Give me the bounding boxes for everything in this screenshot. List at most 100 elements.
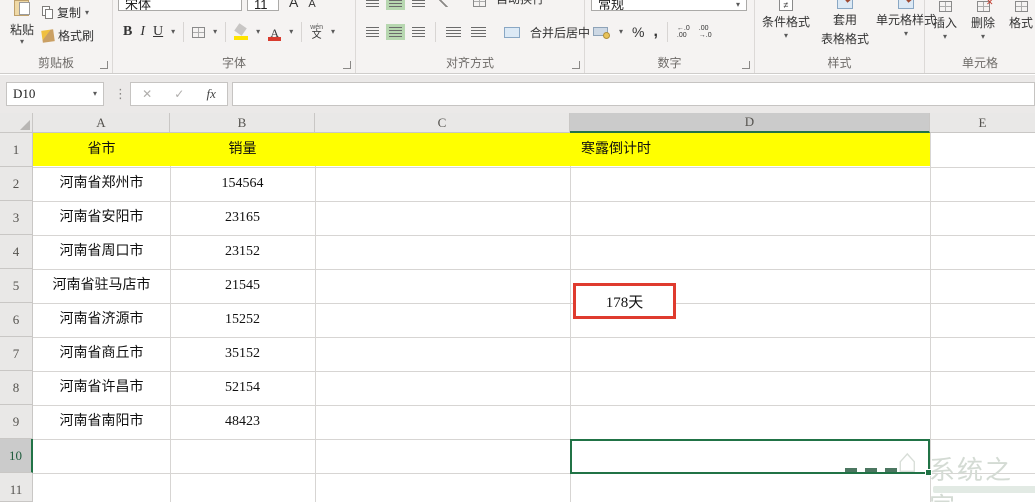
phonetic-guide-button[interactable]: wén 文 — [310, 24, 323, 41]
underline-dropdown-arrow[interactable]: ▾ — [171, 28, 175, 36]
align-right-icon[interactable] — [412, 27, 425, 37]
enter-icon[interactable]: ✓ — [174, 87, 184, 101]
font-color-button[interactable]: A — [268, 24, 282, 41]
row-header-5[interactable]: 5 — [0, 269, 33, 303]
insert-cells-button[interactable]: 插入 ▾ — [933, 0, 957, 41]
cell-d1[interactable]: 寒露倒计时 — [581, 133, 651, 167]
wrap-text-label[interactable]: 自动换行 — [496, 0, 544, 7]
phonetic-dropdown-arrow[interactable]: ▾ — [331, 28, 335, 36]
row-header-9[interactable]: 9 — [0, 405, 33, 439]
row-header-2[interactable]: 2 — [0, 167, 33, 201]
cell-b2[interactable]: 154564 — [170, 167, 315, 201]
row-header-6[interactable]: 6 — [0, 303, 33, 337]
borders-dropdown-arrow[interactable]: ▾ — [213, 28, 217, 36]
cell-a9[interactable]: 河南省南阳市 — [33, 405, 170, 439]
column-header-e[interactable]: E — [930, 113, 1035, 133]
font-group-label: 字体 — [221, 56, 246, 70]
row-header-4[interactable]: 4 — [0, 235, 33, 269]
insert-function-icon[interactable]: fx — [207, 86, 216, 102]
decrease-decimal-button[interactable]: .00 →.0 — [699, 25, 712, 39]
formula-input[interactable] — [232, 82, 1035, 106]
cell-b5[interactable]: 21545 — [170, 269, 315, 303]
cell-b7[interactable]: 35152 — [170, 337, 315, 371]
cell-b9[interactable]: 48423 — [170, 405, 315, 439]
cancel-icon[interactable]: ✕ — [142, 87, 152, 101]
cell-a1[interactable]: 省市 — [33, 133, 170, 167]
cell-b3[interactable]: 23165 — [170, 201, 315, 235]
accounting-dropdown-arrow[interactable]: ▾ — [619, 28, 623, 36]
column-header-a[interactable]: A — [33, 113, 170, 133]
italic-button[interactable]: I — [140, 24, 145, 40]
increase-decimal-button[interactable]: ←.0 .00 — [677, 25, 690, 39]
alignment-dialog-launcher[interactable] — [572, 61, 580, 69]
format-as-table-icon — [837, 0, 856, 9]
delete-cells-button[interactable]: ✕ 删除 ▾ — [971, 0, 995, 41]
cell-a8[interactable]: 河南省许昌市 — [33, 371, 170, 405]
delete-cells-label: 删除 — [971, 16, 996, 30]
row-header-1[interactable]: 1 — [0, 133, 33, 167]
format-painter-button[interactable]: 格式刷 — [41, 27, 94, 44]
row-header-10-selected[interactable]: 10 — [0, 439, 33, 473]
column-header-d-selected[interactable]: D — [570, 113, 930, 133]
formula-bar-resize-handle[interactable]: ⋮ — [114, 84, 127, 104]
cell-a5[interactable]: 河南省驻马店市 — [33, 269, 170, 303]
clipboard-dialog-launcher[interactable] — [100, 61, 108, 69]
orientation-icon[interactable] — [435, 0, 449, 7]
separator — [301, 22, 303, 42]
row-header-11[interactable]: 11 — [0, 473, 33, 502]
cell-a4[interactable]: 河南省周口市 — [33, 235, 170, 269]
cell-b8[interactable]: 52154 — [170, 371, 315, 405]
comma-style-button[interactable]: , — [653, 23, 657, 41]
align-top-icon[interactable] — [366, 0, 379, 7]
borders-icon[interactable] — [192, 26, 206, 38]
column-header-b[interactable]: B — [170, 113, 315, 133]
underline-button[interactable]: U — [153, 24, 163, 40]
font-size-value: 11 — [254, 0, 268, 11]
name-box[interactable]: D10 ▾ — [6, 82, 104, 106]
selected-cell-d10[interactable] — [570, 439, 932, 476]
name-box-dropdown-arrow[interactable]: ▾ — [93, 90, 97, 98]
paste-dropdown-arrow[interactable]: ▾ — [4, 38, 40, 46]
copy-button[interactable]: 复制 ▾ — [42, 4, 89, 21]
fill-color-button[interactable] — [234, 23, 249, 40]
font-size-combobox[interactable]: 11 — [247, 0, 279, 11]
row-header-8[interactable]: 8 — [0, 371, 33, 405]
percent-style-button[interactable]: % — [632, 24, 644, 40]
format-cells-button[interactable]: 格式 — [1009, 0, 1033, 31]
accounting-format-icon[interactable] — [593, 26, 610, 39]
font-dialog-launcher[interactable] — [343, 61, 351, 69]
shrink-font-button[interactable]: A — [308, 0, 315, 10]
cell-a7[interactable]: 河南省商丘市 — [33, 337, 170, 371]
cell-b6[interactable]: 15252 — [170, 303, 315, 337]
number-dialog-launcher[interactable] — [742, 61, 750, 69]
copy-dropdown-arrow[interactable]: ▾ — [85, 8, 89, 17]
conditional-format-button[interactable]: ≠ 条件格式 ▾ — [759, 0, 813, 40]
cell-a2[interactable]: 河南省郑州市 — [33, 167, 170, 201]
format-as-table-button[interactable]: 套用 表格格式 — [819, 0, 871, 47]
align-middle-icon[interactable] — [389, 0, 402, 7]
countdown-textbox[interactable]: 178天 — [573, 283, 676, 319]
align-bottom-icon[interactable] — [412, 0, 425, 7]
paste-button[interactable]: 粘贴 ▾ — [4, 0, 40, 56]
number-format-combobox[interactable]: 常规 ▾ — [591, 0, 747, 11]
column-header-c[interactable]: C — [315, 113, 570, 133]
font-name-combobox[interactable]: 宋体 — [118, 0, 242, 11]
fill-color-dropdown-arrow[interactable]: ▾ — [256, 28, 260, 36]
cell-b4[interactable]: 23152 — [170, 235, 315, 269]
font-color-dropdown-arrow[interactable]: ▾ — [289, 28, 293, 36]
bold-button[interactable]: B — [123, 24, 132, 40]
cell-b1[interactable]: 销量 — [170, 133, 315, 167]
grow-font-button[interactable]: A — [289, 0, 298, 10]
fill-handle[interactable] — [925, 469, 932, 476]
separator — [225, 22, 227, 42]
cell-a3[interactable]: 河南省安阳市 — [33, 201, 170, 235]
decrease-indent-icon[interactable] — [446, 27, 461, 37]
row-header-7[interactable]: 7 — [0, 337, 33, 371]
merge-center-label[interactable]: 合并后居中 — [530, 24, 590, 41]
row-header-3[interactable]: 3 — [0, 201, 33, 235]
align-left-icon[interactable] — [366, 27, 379, 37]
increase-indent-icon[interactable] — [471, 27, 486, 37]
align-center-icon[interactable] — [389, 27, 402, 37]
select-all-corner[interactable] — [0, 113, 33, 133]
cell-a6[interactable]: 河南省济源市 — [33, 303, 170, 337]
